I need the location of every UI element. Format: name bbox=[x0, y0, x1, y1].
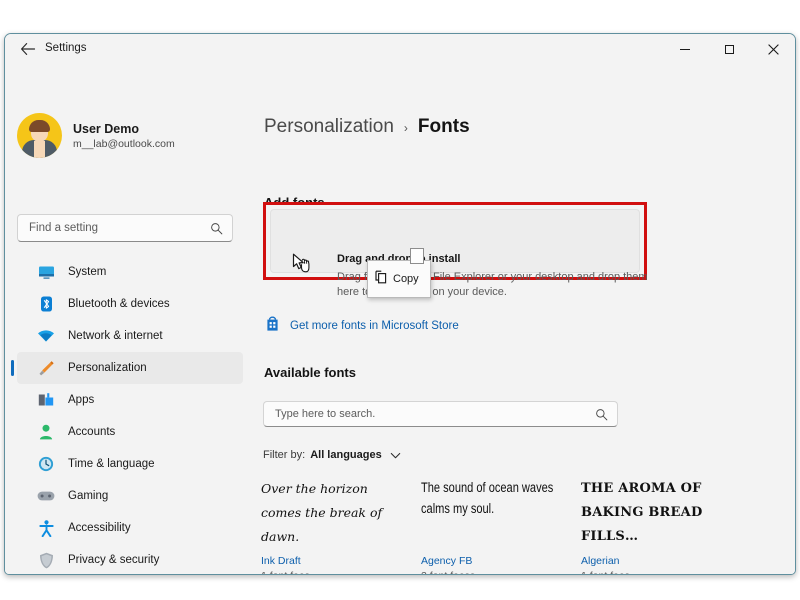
sidebar-item-label: Accessibility bbox=[68, 522, 131, 534]
sidebar-item-label: Bluetooth & devices bbox=[68, 298, 170, 310]
minimize-icon bbox=[680, 48, 690, 50]
paintbrush-icon bbox=[37, 359, 55, 377]
filter-by-dropdown[interactable]: Filter by: All languages bbox=[263, 449, 401, 461]
main-content: Personalization › Fonts Add fonts Drag a… bbox=[253, 64, 795, 574]
sidebar-item-personalization[interactable]: Personalization bbox=[11, 352, 243, 384]
microsoft-store-icon bbox=[264, 315, 281, 337]
page-title: Fonts bbox=[417, 116, 470, 137]
bluetooth-icon bbox=[37, 295, 55, 313]
sidebar-item-time-language[interactable]: Time & language bbox=[17, 448, 243, 480]
back-arrow-icon[interactable] bbox=[19, 42, 37, 58]
font-card[interactable]: Over the horizon comes the break of dawn… bbox=[261, 477, 409, 574]
copy-menu-item-label: Copy bbox=[393, 273, 419, 285]
font-name[interactable]: Agency FB bbox=[421, 555, 569, 567]
breadcrumb-parent[interactable]: Personalization bbox=[264, 116, 394, 138]
font-face-count: 1 font face bbox=[261, 570, 409, 574]
sidebar-nav: System Bluetooth & devices Network & int… bbox=[5, 256, 253, 574]
breadcrumb-separator-icon: › bbox=[403, 121, 408, 135]
sidebar-item-label: Accounts bbox=[68, 426, 116, 438]
avatar-shirt bbox=[34, 141, 45, 158]
find-a-setting-box[interactable] bbox=[17, 214, 233, 242]
sidebar-item-apps[interactable]: Apps bbox=[17, 384, 243, 416]
sidebar-item-label: Network & internet bbox=[68, 330, 163, 342]
sidebar-item-network-internet[interactable]: Network & internet bbox=[17, 320, 243, 352]
window-controls bbox=[663, 34, 795, 64]
accessibility-icon bbox=[37, 519, 55, 537]
filter-by-value: All languages bbox=[310, 449, 382, 461]
sidebar-item-label: Apps bbox=[68, 394, 95, 406]
apps-icon bbox=[37, 391, 55, 409]
minimize-button[interactable] bbox=[663, 34, 707, 64]
sidebar-item-label: Time & language bbox=[68, 458, 155, 470]
sidebar-item-gaming[interactable]: Gaming bbox=[17, 480, 243, 512]
filter-by-label: Filter by: bbox=[263, 449, 306, 461]
copy-context-popup[interactable]: Copy bbox=[367, 260, 431, 298]
font-preview-text: The aroma of baking bread fills… bbox=[581, 481, 703, 544]
user-profile[interactable]: User Demo m__lab@outlook.com bbox=[17, 113, 175, 158]
clock-icon bbox=[37, 455, 55, 473]
close-icon bbox=[767, 43, 779, 55]
sidebar-item-system[interactable]: System bbox=[17, 256, 243, 288]
font-search-input[interactable] bbox=[273, 407, 595, 421]
breadcrumb: Personalization › Fonts bbox=[264, 116, 470, 138]
sidebar: User Demo m__lab@outlook.com System bbox=[5, 64, 253, 574]
gamepad-icon bbox=[37, 487, 55, 505]
maximize-button[interactable] bbox=[707, 34, 751, 64]
sidebar-item-privacy-security[interactable]: Privacy & security bbox=[17, 544, 243, 574]
sidebar-item-label: Gaming bbox=[68, 490, 109, 502]
drag-and-drop-zone[interactable]: Drag and drop to install Drag font files… bbox=[270, 209, 648, 298]
font-card[interactable]: The sound of ocean waves calms my soul. … bbox=[421, 477, 569, 574]
copy-icon bbox=[375, 270, 388, 289]
search-input[interactable] bbox=[27, 221, 210, 235]
chevron-down-icon bbox=[390, 452, 400, 458]
maximize-icon bbox=[724, 44, 734, 54]
font-name[interactable]: Ink Draft bbox=[261, 555, 409, 567]
sidebar-item-label: Privacy & security bbox=[68, 554, 160, 566]
font-preview-text: Over the horizon comes the break of dawn… bbox=[261, 481, 383, 544]
sidebar-item-bluetooth-devices[interactable]: Bluetooth & devices bbox=[17, 288, 243, 320]
close-button[interactable] bbox=[751, 34, 795, 64]
profile-name: User Demo bbox=[73, 121, 139, 136]
font-card[interactable]: The aroma of baking bread fills… Algeria… bbox=[581, 477, 729, 574]
profile-email: m__lab@outlook.com bbox=[73, 137, 175, 150]
avatar-hair bbox=[29, 120, 50, 132]
monitor-icon bbox=[37, 263, 55, 281]
back-arrow-glyph bbox=[21, 43, 36, 55]
sidebar-item-label: System bbox=[68, 266, 107, 278]
drag-copy-cursor bbox=[291, 252, 317, 278]
get-more-fonts-label: Get more fonts in Microsoft Store bbox=[290, 320, 459, 332]
avatar bbox=[17, 113, 62, 158]
window-title: Settings bbox=[45, 42, 87, 54]
sidebar-item-label: Personalization bbox=[68, 362, 147, 374]
search-icon bbox=[211, 222, 223, 234]
font-name[interactable]: Algerian bbox=[581, 555, 729, 567]
search-icon bbox=[596, 408, 608, 420]
person-icon bbox=[37, 423, 55, 441]
drag-file-badge bbox=[410, 248, 424, 264]
shield-icon bbox=[37, 551, 55, 569]
wifi-icon bbox=[37, 327, 55, 345]
profile-text: User Demo m__lab@outlook.com bbox=[73, 122, 175, 150]
get-more-fonts-link[interactable]: Get more fonts in Microsoft Store bbox=[264, 315, 459, 337]
font-face-count: 2 font faces bbox=[421, 570, 569, 574]
sidebar-item-accessibility[interactable]: Accessibility bbox=[17, 512, 243, 544]
settings-window: Settings User Demo m__lab@outlook.com Fi… bbox=[4, 33, 796, 575]
font-search-box[interactable] bbox=[263, 401, 618, 427]
sidebar-item-accounts[interactable]: Accounts bbox=[17, 416, 243, 448]
available-fonts-heading: Available fonts bbox=[264, 365, 356, 380]
font-card-list: Over the horizon comes the break of dawn… bbox=[261, 477, 791, 574]
title-bar: Settings bbox=[5, 34, 795, 64]
font-face-count: 1 font face bbox=[581, 570, 729, 574]
font-preview-text: The sound of ocean waves calms my soul. bbox=[421, 480, 554, 516]
